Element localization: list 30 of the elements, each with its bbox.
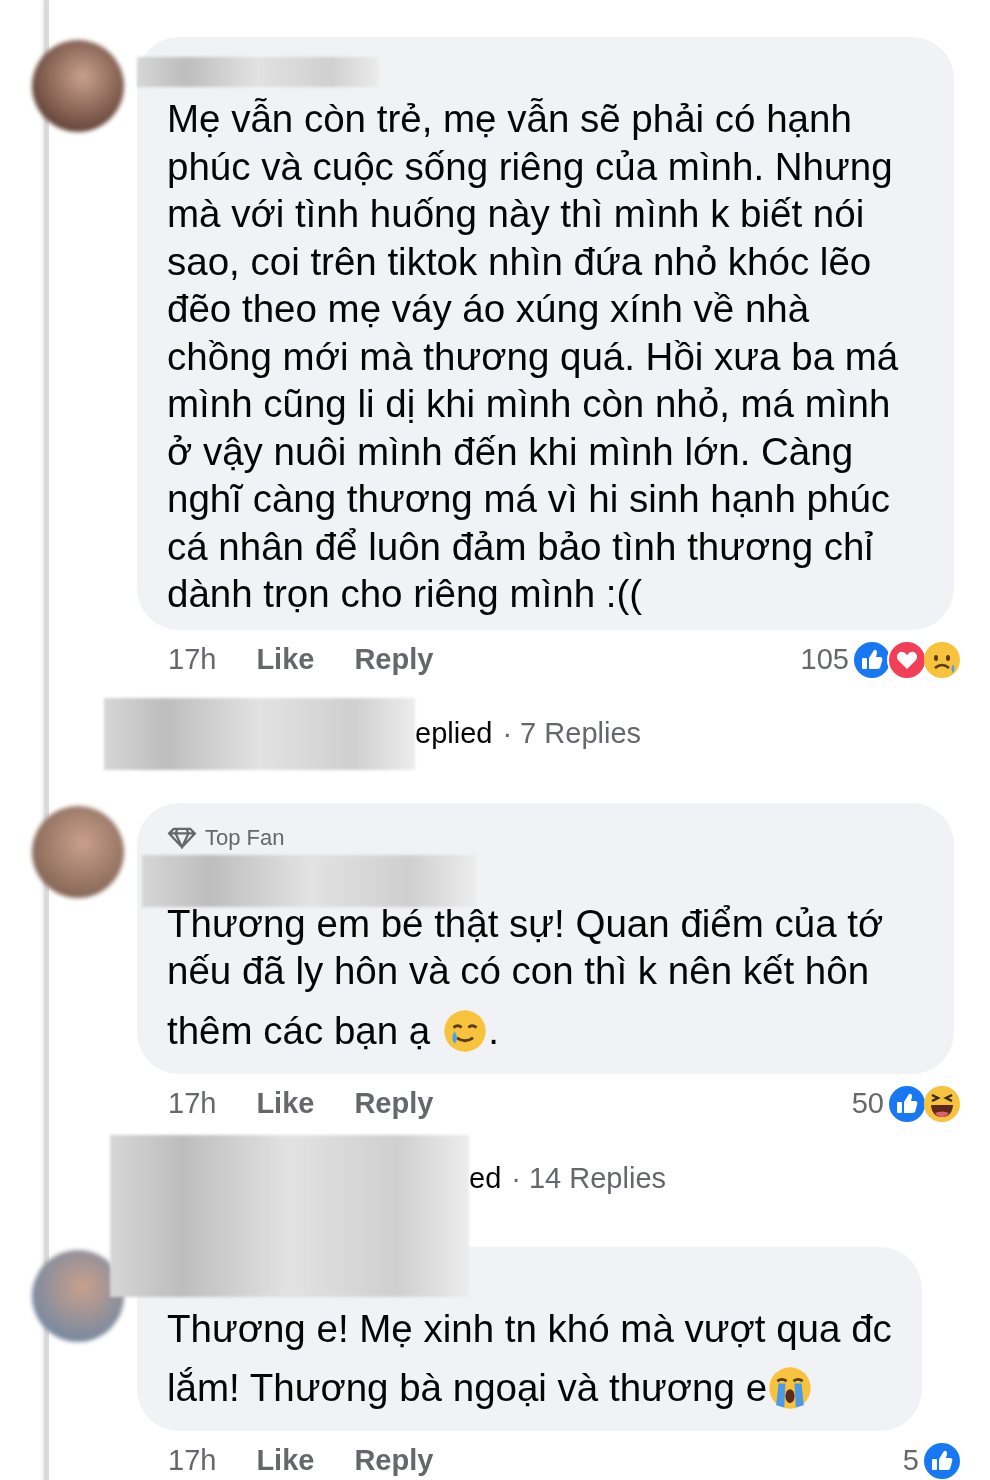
- timestamp: 17h: [168, 641, 217, 677]
- thumbs-up-icon: [887, 1083, 927, 1124]
- reply-link[interactable]: Reply: [354, 1439, 434, 1480]
- crying-face-icon: [767, 1365, 814, 1411]
- like-link[interactable]: Like: [256, 1439, 315, 1480]
- reaction-count: 5: [902, 1443, 919, 1479]
- like-link[interactable]: Like: [256, 637, 315, 682]
- replied-text: eplied: [415, 715, 493, 751]
- comment-text: .: [488, 1007, 499, 1054]
- sad-face-icon: [922, 639, 962, 680]
- smiling-face-with-tear-icon: [442, 1007, 489, 1054]
- thumbs-up-icon: [922, 1441, 962, 1480]
- like-link[interactable]: Like: [256, 1081, 315, 1126]
- comment-text: Mẹ vẫn còn trẻ, mẹ vẫn sẽ phải có hạnh phúc và cuộc sống riêng của mình. Nhưng mà với tình huống này thì mình k biết nói sao, coi trên tiktok nhìn đứa nhỏ khóc lẽo đẽo theo mẹ váy áo xúng xính về nhà chồng mới mà thương quá. Hồi xưa ba má mình cũng li dị khi mình còn nhỏ, má mình ở vậy nuôi mình đến khi mình lớn. Càng nghĩ càng thương má vì hi sinh hạnh phúc cá nhân để luôn đảm bảo tình thương chỉ dành trọn cho riêng mình :((: [167, 96, 900, 617]
- reaction-count: 105: [800, 641, 849, 677]
- reply-link[interactable]: Reply: [354, 637, 434, 682]
- thumbs-up-icon: [852, 639, 892, 680]
- replied-text: ed: [469, 1160, 502, 1196]
- replies-link[interactable]: · 14 Replies: [511, 1156, 666, 1201]
- replies-link[interactable]: · 7 Replies: [502, 711, 642, 756]
- laughing-face-icon: [922, 1083, 962, 1124]
- comment-text: lắm! Thương bà ngoại và thương e: [167, 1365, 768, 1412]
- badge-label: Top Fan: [205, 824, 285, 852]
- reaction-count: 50: [851, 1085, 884, 1121]
- comment-text: Thương e! Mẹ xinh tn khó mà vượt qua đc: [167, 1305, 892, 1352]
- diamond-icon: [167, 826, 197, 849]
- reply-link[interactable]: Reply: [354, 1081, 434, 1126]
- comment-text: thêm các bạn ạ: [167, 1007, 431, 1054]
- timestamp: 17h: [168, 1443, 217, 1479]
- timestamp: 17h: [168, 1085, 217, 1121]
